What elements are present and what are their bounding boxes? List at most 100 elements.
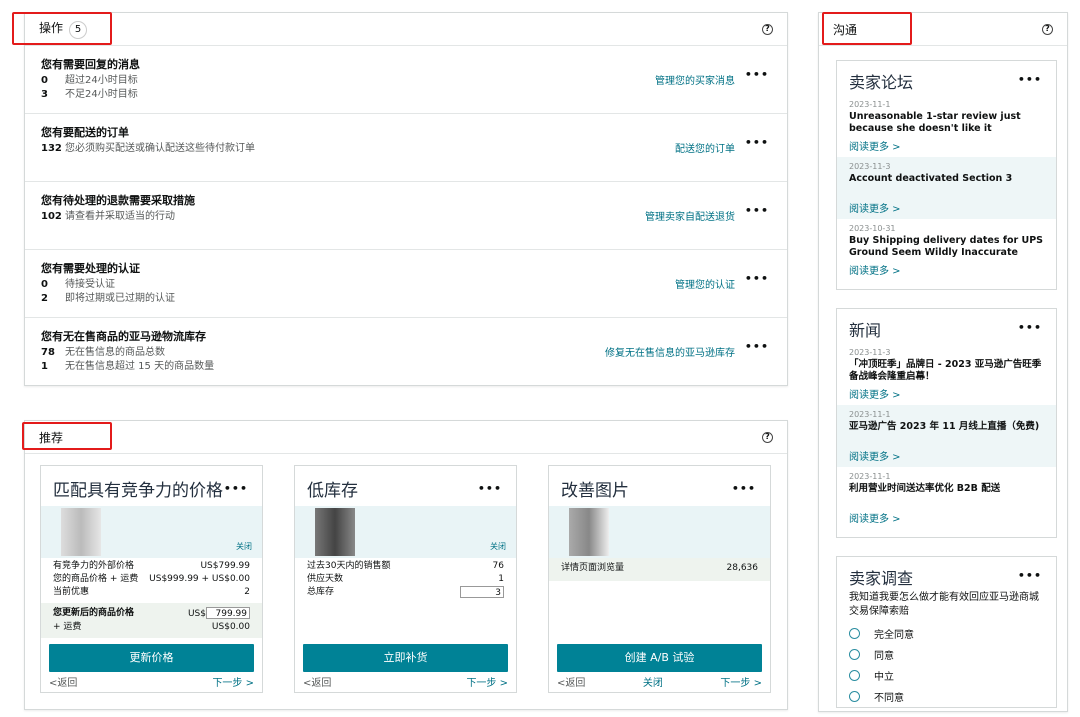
more-options-icon[interactable]: •••: [224, 482, 248, 495]
action-stat: 132 您必须购买配送或确认配送这些待付款订单: [41, 143, 255, 154]
post-item: 2023-10-31 Buy Shipping delivery dates fo…: [837, 219, 1056, 281]
update-price-button[interactable]: 更新价格: [49, 644, 254, 672]
action-title: 您有需要处理的认证: [41, 262, 140, 275]
post-date: 2023-11-1: [849, 472, 891, 481]
seller-forum-card: 卖家论坛 ••• 2023-11-1 Unreasonable 1-star re…: [836, 60, 1057, 290]
radio-button[interactable]: [849, 691, 860, 702]
info-row: 供应天数 1: [307, 574, 504, 584]
news-card: 新闻 ••• 2023-11-3 「冲顶旺季」品牌日 - 2023 亚马逊广告旺季…: [836, 308, 1057, 538]
action-row: 您有要配送的订单 132 您必须购买配送或确认配送这些待付款订单 配送您的订单 •••: [25, 114, 787, 182]
next-link[interactable]: 下一步 >: [212, 674, 254, 689]
more-options-icon[interactable]: •••: [745, 68, 769, 81]
post-date: 2023-11-1: [849, 410, 891, 419]
action-row: 您有需要回复的消息 0 超过24小时目标 3 不足24小时目标 管理您的买家消息 •••: [25, 46, 787, 114]
card-competitive-price: 匹配具有竞争力的价格 ••• 关闭 有竞争力的外部价格 US$799.99 您的商…: [40, 465, 263, 693]
info-row: 详情页面浏览量 28,636: [561, 563, 758, 573]
action-title: 您有无在售商品的亚马逊物流库存: [41, 330, 206, 343]
action-link[interactable]: 修复无在售信息的亚马逊库存: [605, 344, 735, 359]
more-options-icon[interactable]: •••: [732, 482, 756, 495]
post-title[interactable]: 亚马逊广告 2023 年 11 月线上直播（免费): [849, 421, 1044, 433]
survey-question: 我知道我要怎么做才能有效回应亚马逊商城交易保障索赔: [849, 592, 1039, 617]
more-options-icon[interactable]: •••: [1018, 73, 1042, 86]
post-item: 2023-11-3 「冲顶旺季」品牌日 - 2023 亚马逊广告旺季备战峰会隆重启…: [837, 343, 1056, 405]
highlight-box: [22, 422, 112, 450]
highlight-box: [822, 12, 912, 45]
radio-button[interactable]: [849, 628, 860, 639]
read-more-link[interactable]: 阅读更多 >: [849, 138, 901, 153]
restock-button[interactable]: 立即补货: [303, 644, 508, 672]
action-link[interactable]: 管理卖家自配送退货: [645, 208, 735, 223]
post-title[interactable]: Unreasonable 1-star review just because …: [849, 111, 1044, 135]
action-stat: 2 即将过期或已过期的认证: [41, 293, 175, 304]
read-more-link[interactable]: 阅读更多 >: [849, 386, 901, 401]
more-options-icon[interactable]: •••: [745, 136, 769, 149]
highlight-box: [12, 12, 112, 45]
close-link[interactable]: 关闭: [643, 674, 663, 689]
action-link[interactable]: 配送您的订单: [675, 140, 735, 155]
more-options-icon[interactable]: •••: [478, 482, 502, 495]
help-icon[interactable]: ?: [762, 431, 773, 443]
post-title[interactable]: Account deactivated Section 3: [849, 173, 1044, 185]
create-ab-test-button[interactable]: 创建 A/B 试验: [557, 644, 762, 672]
new-price-row: 您更新后的商品价格 US$ 799.99: [41, 607, 262, 621]
card-low-stock: 低库存 ••• 关闭 过去30天内的销售额 76 供应天数 1 总库存 3 立即补货 …: [294, 465, 517, 693]
product-image-blurred: [549, 506, 770, 558]
action-stat: 0 待接受认证: [41, 279, 115, 290]
action-link[interactable]: 管理您的认证: [675, 276, 735, 291]
action-row: 您有需要处理的认证 0 待接受认证 2 即将过期或已过期的认证 管理您的认证 •••: [25, 250, 787, 318]
post-date: 2023-11-3: [849, 348, 891, 357]
post-item: 2023-11-3 Account deactivated Section 3 阅读…: [837, 157, 1056, 219]
back-link[interactable]: <返回: [49, 674, 77, 689]
survey-option[interactable]: 完全同意: [837, 623, 1056, 644]
close-link[interactable]: 关闭: [236, 541, 252, 552]
info-row: 当前优惠 2: [53, 587, 250, 597]
read-more-link[interactable]: 阅读更多 >: [849, 510, 901, 525]
more-options-icon[interactable]: •••: [745, 204, 769, 217]
product-image-blurred: 关闭: [41, 506, 262, 558]
stock-input[interactable]: 3: [460, 586, 504, 598]
action-title: 您有要配送的订单: [41, 126, 129, 139]
post-date: 2023-11-1: [849, 100, 891, 109]
radio-button[interactable]: [849, 649, 860, 660]
actions-panel: 操作 5 ? 您有需要回复的消息 0 超过24小时目标 3 不足24小时目标 管理您的买家消…: [24, 12, 788, 386]
read-more-link[interactable]: 阅读更多 >: [849, 262, 901, 277]
radio-button[interactable]: [849, 670, 860, 681]
action-row: 您有无在售商品的亚马逊物流库存 78 无在售信息的商品总数 1 无在售信息超过 15 天…: [25, 318, 787, 386]
recommend-header: 推荐 ?: [25, 421, 787, 454]
post-item: 2023-11-1 Unreasonable 1-star review just…: [837, 95, 1056, 157]
post-title[interactable]: 「冲顶旺季」品牌日 - 2023 亚马逊广告旺季备战峰会隆重启幕！: [849, 359, 1044, 383]
post-title[interactable]: Buy Shipping delivery dates for UPS Grou…: [849, 235, 1044, 259]
post-date: 2023-11-3: [849, 162, 891, 171]
post-title[interactable]: 利用营业时间送达率优化 B2B 配送: [849, 483, 1044, 495]
survey-option[interactable]: 不同意: [837, 686, 1056, 707]
survey-option[interactable]: 中立: [837, 665, 1056, 686]
next-link[interactable]: 下一步 >: [720, 674, 762, 689]
more-options-icon[interactable]: •••: [1018, 321, 1042, 334]
back-link[interactable]: <返回: [557, 674, 585, 689]
more-options-icon[interactable]: •••: [745, 340, 769, 353]
read-more-link[interactable]: 阅读更多 >: [849, 448, 901, 463]
next-link[interactable]: 下一步 >: [466, 674, 508, 689]
help-icon[interactable]: ?: [762, 23, 773, 35]
card-improve-images: 改善图片 ••• 详情页面浏览量 28,636 创建 A/B 试验 <返回 关闭 下一…: [548, 465, 771, 693]
more-options-icon[interactable]: •••: [745, 272, 769, 285]
back-link[interactable]: <返回: [303, 674, 331, 689]
post-date: 2023-10-31: [849, 224, 896, 233]
help-icon[interactable]: ?: [1042, 23, 1053, 35]
action-stat: 1 无在售信息超过 15 天的商品数量: [41, 361, 215, 372]
info-row: 过去30天内的销售额 76: [307, 561, 504, 571]
info-row: 您的商品价格 + 运费 US$999.99 + US$0.00: [53, 574, 250, 584]
close-link[interactable]: 关闭: [490, 541, 506, 552]
post-item: 2023-11-1 亚马逊广告 2023 年 11 月线上直播（免费) 阅读更多 >: [837, 405, 1056, 467]
product-image-blurred: 关闭: [295, 506, 516, 558]
more-options-icon[interactable]: •••: [1018, 569, 1042, 582]
action-title: 您有待处理的退款需要采取措施: [41, 194, 195, 207]
shipping-row: + 运费 US$0.00: [53, 622, 250, 632]
survey-option[interactable]: 同意: [837, 644, 1056, 665]
action-link[interactable]: 管理您的买家消息: [655, 72, 735, 87]
info-row: 有竞争力的外部价格 US$799.99: [53, 561, 250, 571]
action-row: 您有待处理的退款需要采取措施 102 请查看并采取适当的行动 管理卖家自配送退货 •••: [25, 182, 787, 250]
new-price-input[interactable]: 799.99: [206, 607, 250, 619]
read-more-link[interactable]: 阅读更多 >: [849, 200, 901, 215]
stock-row: 总库存 3: [295, 586, 516, 599]
